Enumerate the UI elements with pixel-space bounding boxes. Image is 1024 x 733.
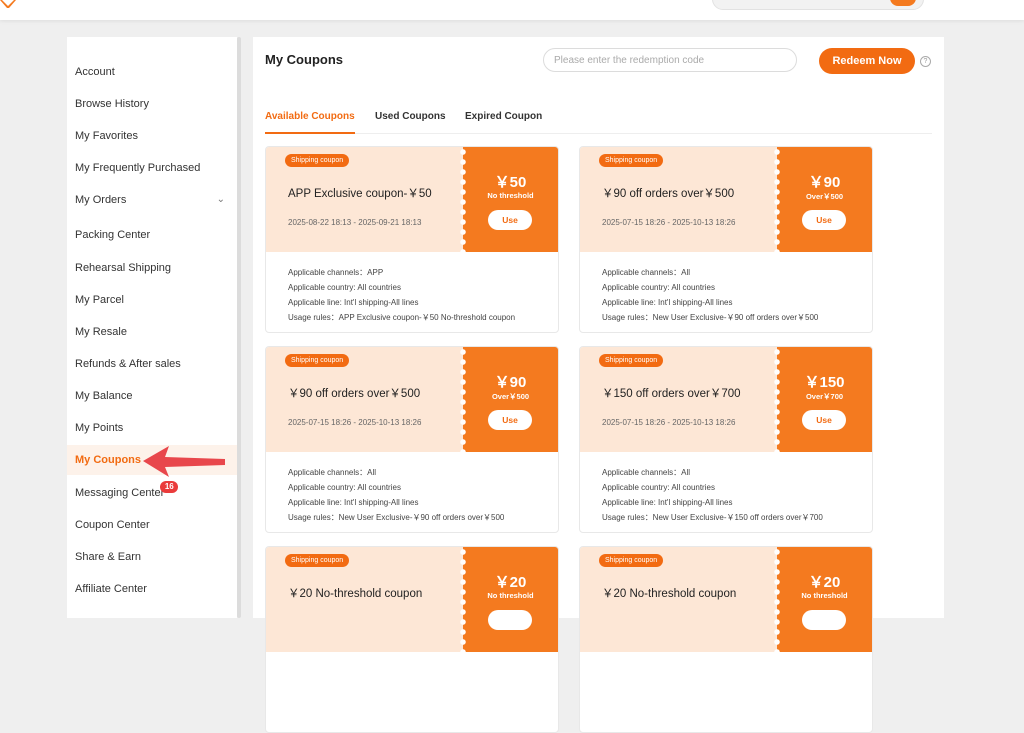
coupon-amount: ￥50 bbox=[494, 174, 527, 191]
sidebar-item-label: My Orders bbox=[75, 194, 127, 206]
sidebar-item-my-favorites[interactable]: My Favorites bbox=[67, 121, 237, 151]
sidebar-item-frequently-purchased[interactable]: My Frequently Purchased bbox=[67, 153, 237, 183]
redemption-code-input[interactable] bbox=[543, 48, 797, 72]
sidebar-item-browse-history[interactable]: Browse History bbox=[67, 89, 237, 119]
sidebar-item-rehearsal-shipping[interactable]: Rehearsal Shipping bbox=[67, 253, 237, 283]
coupon-card: Shipping coupon ￥150 off orders over￥700… bbox=[579, 346, 873, 533]
chevron-down-icon[interactable]: ⌄ bbox=[217, 185, 225, 215]
coupon-type-tag: Shipping coupon bbox=[599, 554, 664, 567]
sidebar-item-account[interactable]: Account bbox=[67, 57, 237, 87]
use-coupon-button[interactable]: Use bbox=[802, 410, 846, 430]
coupon-line: Applicable line: Int'l shipping-All line… bbox=[288, 298, 419, 307]
coupon-condition: No threshold bbox=[487, 591, 534, 600]
sidebar-nav: Account Browse History My Favorites My F… bbox=[67, 37, 237, 618]
coupon-condition: No threshold bbox=[801, 591, 848, 600]
sidebar-item-my-orders[interactable]: My Orders ⌄ bbox=[67, 185, 237, 215]
coupon-line: Applicable line: Int'l shipping-All line… bbox=[288, 498, 419, 507]
coupon-type-tag: Shipping coupon bbox=[285, 354, 350, 367]
coupon-title: ￥90 off orders over￥500 bbox=[288, 388, 421, 400]
coupon-rules: Usage rules：New User Exclusive-￥90 off o… bbox=[288, 513, 505, 522]
coupon-amount: ￥90 bbox=[494, 374, 527, 391]
coupon-line: Applicable line: Int'l shipping-All line… bbox=[602, 498, 733, 507]
coupon-card: Shipping coupon ￥90 off orders over￥500 … bbox=[265, 346, 559, 533]
sidebar-item-refunds[interactable]: Refunds & After sales bbox=[67, 349, 237, 379]
use-coupon-button[interactable] bbox=[488, 610, 532, 630]
help-icon[interactable]: ? bbox=[920, 56, 931, 67]
coupon-title: ￥150 off orders over￥700 bbox=[602, 388, 741, 400]
sidebar-item-my-balance[interactable]: My Balance bbox=[67, 381, 237, 411]
coupon-details: Applicable channels：APP Applicable count… bbox=[288, 265, 553, 325]
sidebar-scrollbar[interactable] bbox=[237, 37, 241, 618]
coupons-panel: My Coupons Redeem Now ? Available Coupon… bbox=[253, 37, 944, 733]
coupon-type-tag: Shipping coupon bbox=[285, 154, 350, 167]
coupon-validity: 2025-07-15 18:26 - 2025-10-13 18:26 bbox=[288, 418, 422, 427]
tab-used-coupons[interactable]: Used Coupons bbox=[375, 109, 446, 132]
coupon-card: Shipping coupon ￥20 No-threshold coupon … bbox=[265, 546, 559, 733]
coupon-details: Applicable channels：All Applicable count… bbox=[602, 265, 867, 325]
sidebar-item-affiliate-center[interactable]: Affiliate Center bbox=[67, 574, 237, 604]
sidebar-item-label: Messaging Center bbox=[75, 487, 165, 499]
sidebar-item-share-earn[interactable]: Share & Earn bbox=[67, 542, 237, 572]
use-coupon-button[interactable]: Use bbox=[802, 210, 846, 230]
sidebar-item-coupon-center[interactable]: Coupon Center bbox=[67, 510, 237, 540]
sidebar-item-messaging-center[interactable]: Messaging Center16 bbox=[67, 478, 237, 508]
coupon-validity: 2025-08-22 18:13 - 2025-09-21 18:13 bbox=[288, 218, 422, 227]
redeem-now-button[interactable]: Redeem Now bbox=[819, 48, 915, 74]
coupon-title: ￥20 No-threshold coupon bbox=[602, 588, 737, 600]
coupon-type-tag: Shipping coupon bbox=[599, 154, 664, 167]
coupon-title: ￥20 No-threshold coupon bbox=[288, 588, 423, 600]
use-coupon-button[interactable]: Use bbox=[488, 210, 532, 230]
sidebar-item-my-points[interactable]: My Points bbox=[67, 413, 237, 443]
coupon-channels: Applicable channels：All bbox=[288, 468, 377, 477]
coupon-amount: ￥20 bbox=[808, 574, 841, 591]
coupon-country: Applicable country: All countries bbox=[288, 483, 401, 492]
coupon-rules: Usage rules：New User Exclusive-￥90 off o… bbox=[602, 313, 819, 322]
coupon-card: Shipping coupon ￥90 off orders over￥500 … bbox=[579, 146, 873, 333]
use-coupon-button[interactable]: Use bbox=[488, 410, 532, 430]
coupon-line: Applicable line: Int'l shipping-All line… bbox=[602, 298, 733, 307]
use-coupon-button[interactable] bbox=[802, 610, 846, 630]
coupon-title: APP Exclusive coupon-￥50 bbox=[288, 188, 432, 200]
coupon-country: Applicable country: All countries bbox=[602, 283, 715, 292]
coupon-type-tag: Shipping coupon bbox=[285, 554, 350, 567]
coupon-condition: Over￥500 bbox=[491, 392, 530, 401]
coupon-country: Applicable country: All countries bbox=[602, 483, 715, 492]
coupon-title: ￥90 off orders over￥500 bbox=[602, 188, 735, 200]
coupon-condition: Over￥500 bbox=[805, 192, 844, 201]
coupon-card: Shipping coupon ￥20 No-threshold coupon … bbox=[579, 546, 873, 733]
coupon-amount: ￥150 bbox=[804, 374, 845, 391]
coupon-amount: ￥90 bbox=[808, 174, 841, 191]
coupon-card: Shipping coupon APP Exclusive coupon-￥50… bbox=[265, 146, 559, 333]
coupon-country: Applicable country: All countries bbox=[288, 283, 401, 292]
coupon-channels: Applicable channels：All bbox=[602, 268, 691, 277]
sidebar-item-my-resale[interactable]: My Resale bbox=[67, 317, 237, 347]
coupon-details: Applicable channels：All Applicable count… bbox=[602, 465, 867, 525]
sidebar-item-partial[interactable] bbox=[67, 606, 237, 618]
coupon-channels: Applicable channels：All bbox=[602, 468, 691, 477]
top-header bbox=[0, 0, 1024, 20]
coupon-rules: Usage rules：New User Exclusive-￥150 off … bbox=[602, 513, 823, 522]
annotation-arrow-icon bbox=[143, 446, 225, 477]
unread-count-badge: 16 bbox=[160, 481, 179, 493]
sidebar-item-packing-center[interactable]: Packing Center bbox=[67, 220, 237, 250]
logo-icon[interactable] bbox=[0, 0, 18, 8]
coupon-amount: ￥20 bbox=[494, 574, 527, 591]
tab-expired-coupon[interactable]: Expired Coupon bbox=[465, 109, 542, 132]
coupon-condition: Over￥700 bbox=[805, 392, 844, 401]
sidebar-item-my-parcel[interactable]: My Parcel bbox=[67, 285, 237, 315]
coupon-validity: 2025-07-15 18:26 - 2025-10-13 18:26 bbox=[602, 418, 736, 427]
coupon-type-tag: Shipping coupon bbox=[599, 354, 664, 367]
coupon-rules: Usage rules：APP Exclusive coupon-￥50 No-… bbox=[288, 313, 516, 322]
coupon-tabs: Available Coupons Used Coupons Expired C… bbox=[265, 109, 932, 134]
coupon-details: Applicable channels：All Applicable count… bbox=[288, 465, 553, 525]
coupon-channels: Applicable channels：APP bbox=[288, 268, 384, 277]
page-title: My Coupons bbox=[265, 52, 343, 67]
tab-available-coupons[interactable]: Available Coupons bbox=[265, 109, 355, 134]
coupon-validity: 2025-07-15 18:26 - 2025-10-13 18:26 bbox=[602, 218, 736, 227]
coupon-condition: No threshold bbox=[487, 191, 534, 200]
